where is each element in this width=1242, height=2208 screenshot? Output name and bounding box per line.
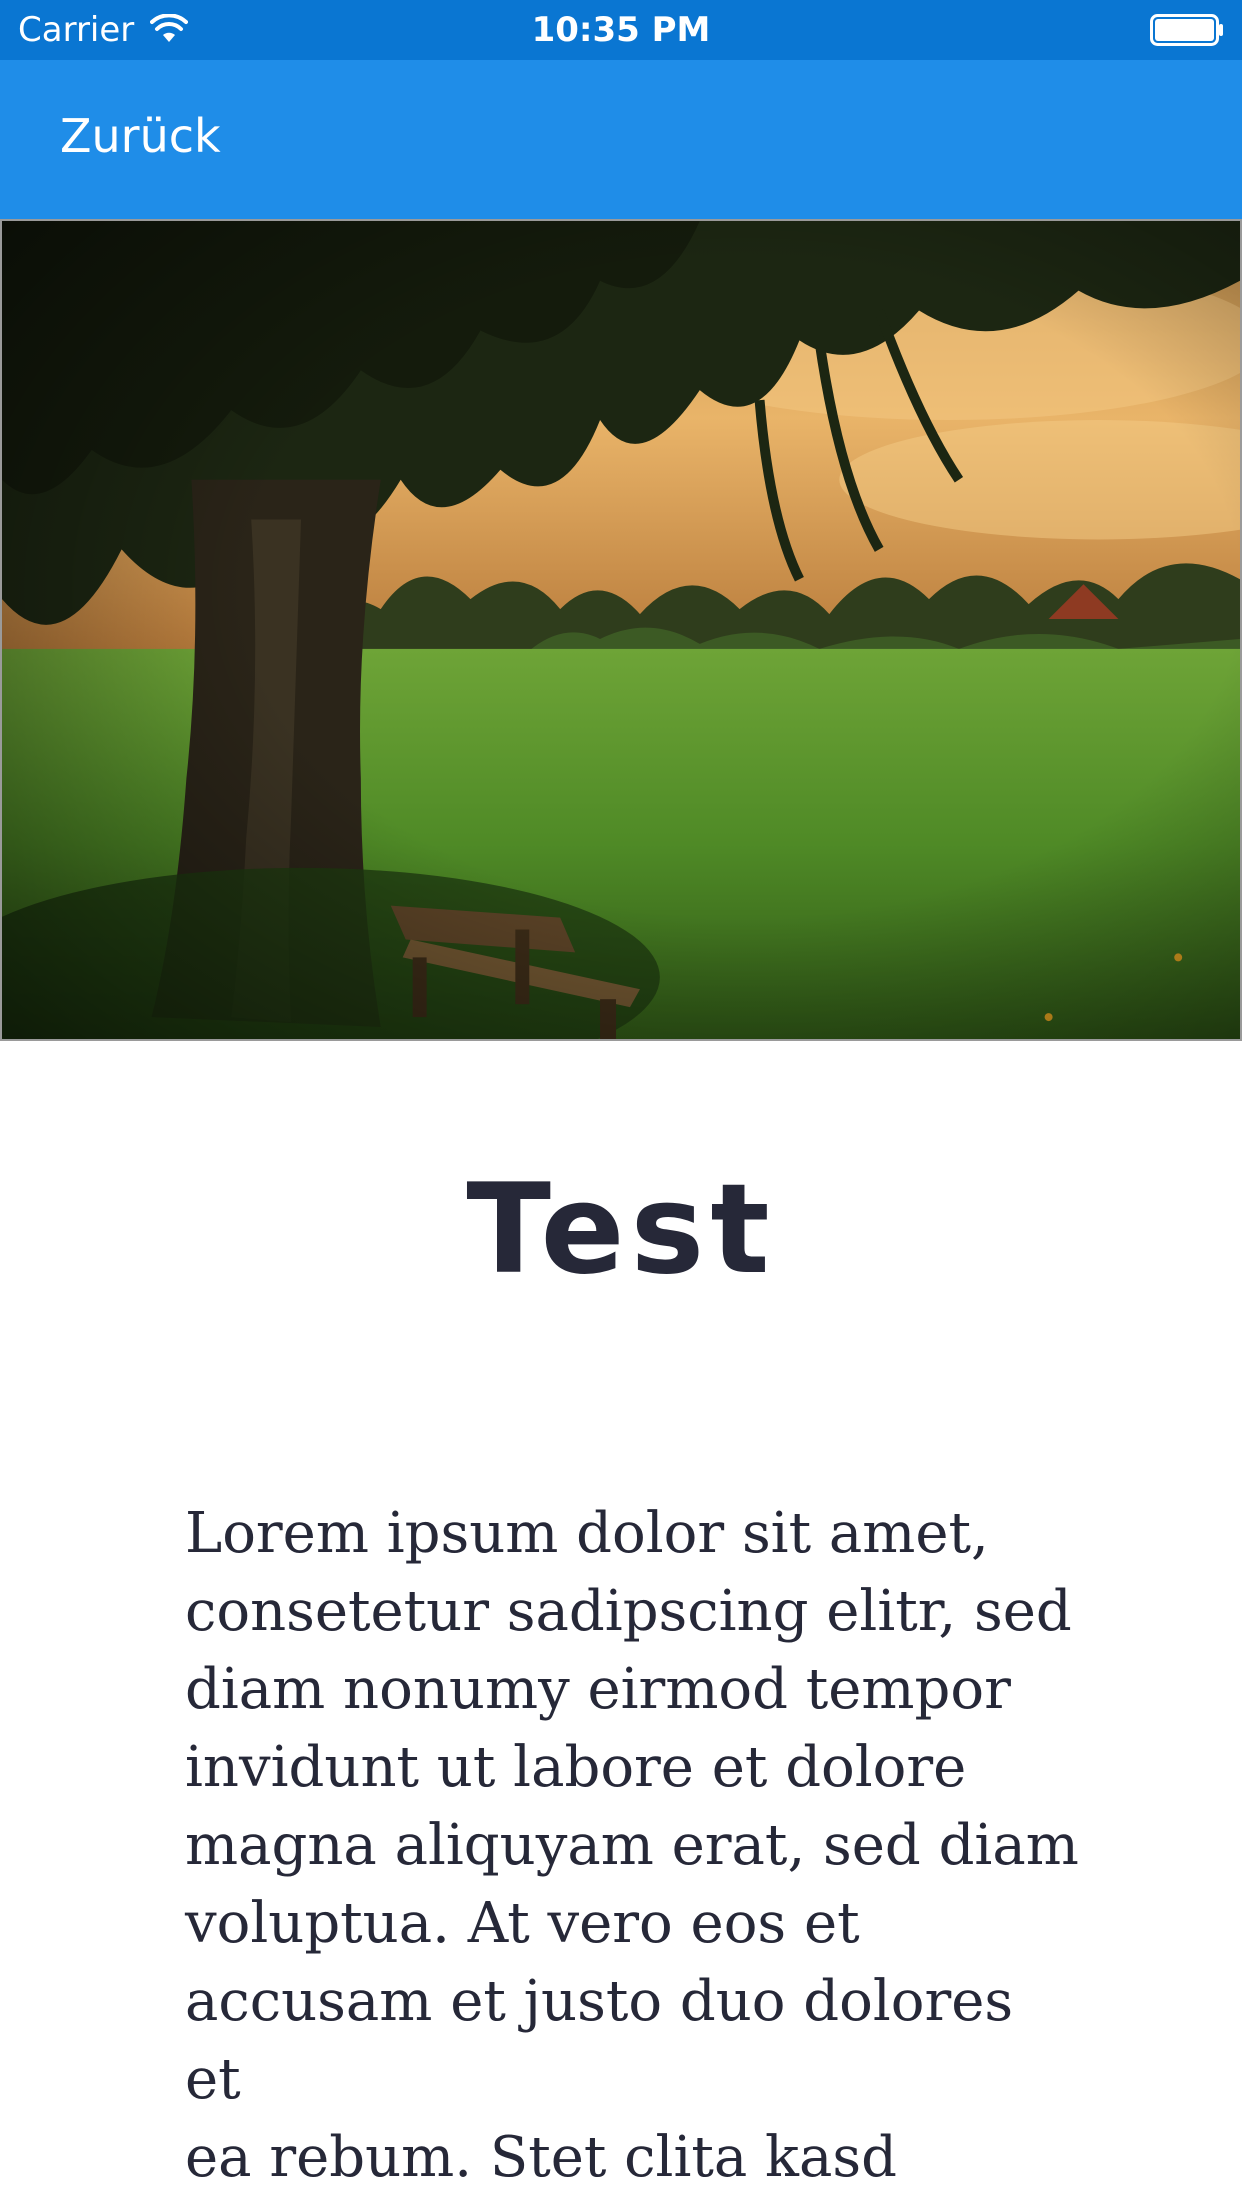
back-button[interactable]: Zurück xyxy=(60,108,221,164)
hero-image xyxy=(0,219,1242,1041)
battery-icon xyxy=(1150,14,1224,46)
page-title: Test xyxy=(466,1158,776,1302)
body-text: Lorem ipsum dolor sit amet, consetetur s… xyxy=(185,1501,1079,2208)
status-bar: Carrier 10:35 PM xyxy=(0,0,1242,60)
landscape-photo xyxy=(2,221,1240,1039)
status-time: 10:35 PM xyxy=(531,10,711,50)
navigation-bar: Zurück xyxy=(0,60,1242,219)
